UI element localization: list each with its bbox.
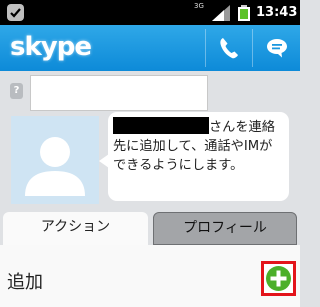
status-bar: 3G 13:43 — [0, 0, 300, 25]
network-type-label: 3G — [194, 2, 204, 10]
unknown-status-icon: ? — [10, 83, 23, 99]
tab-action[interactable]: アクション — [3, 212, 148, 245]
tab-profile[interactable]: プロフィール — [153, 212, 297, 245]
plus-circle-icon — [266, 266, 291, 291]
app-header: skype — [0, 25, 300, 71]
chat-button[interactable] — [253, 25, 299, 71]
battery-icon — [238, 5, 250, 21]
notification-check-icon — [7, 4, 24, 21]
call-button[interactable] — [206, 25, 252, 71]
clock: 13:43 — [256, 5, 298, 20]
avatar — [11, 116, 99, 204]
skype-logo: skype — [10, 32, 92, 62]
action-list: 追加 — [0, 245, 300, 307]
add-contact-message: さんを連絡先に追加して、通話やIMができるようにします。 — [108, 112, 289, 201]
redacted-name — [113, 117, 209, 134]
add-contact-label: 追加 — [7, 272, 43, 293]
default-avatar-icon — [25, 137, 85, 196]
add-contact-button[interactable] — [261, 261, 296, 296]
signal-icon — [212, 5, 230, 21]
phone-icon — [220, 38, 238, 59]
chat-bubble-icon — [267, 39, 287, 58]
contact-name-redacted — [30, 75, 208, 111]
